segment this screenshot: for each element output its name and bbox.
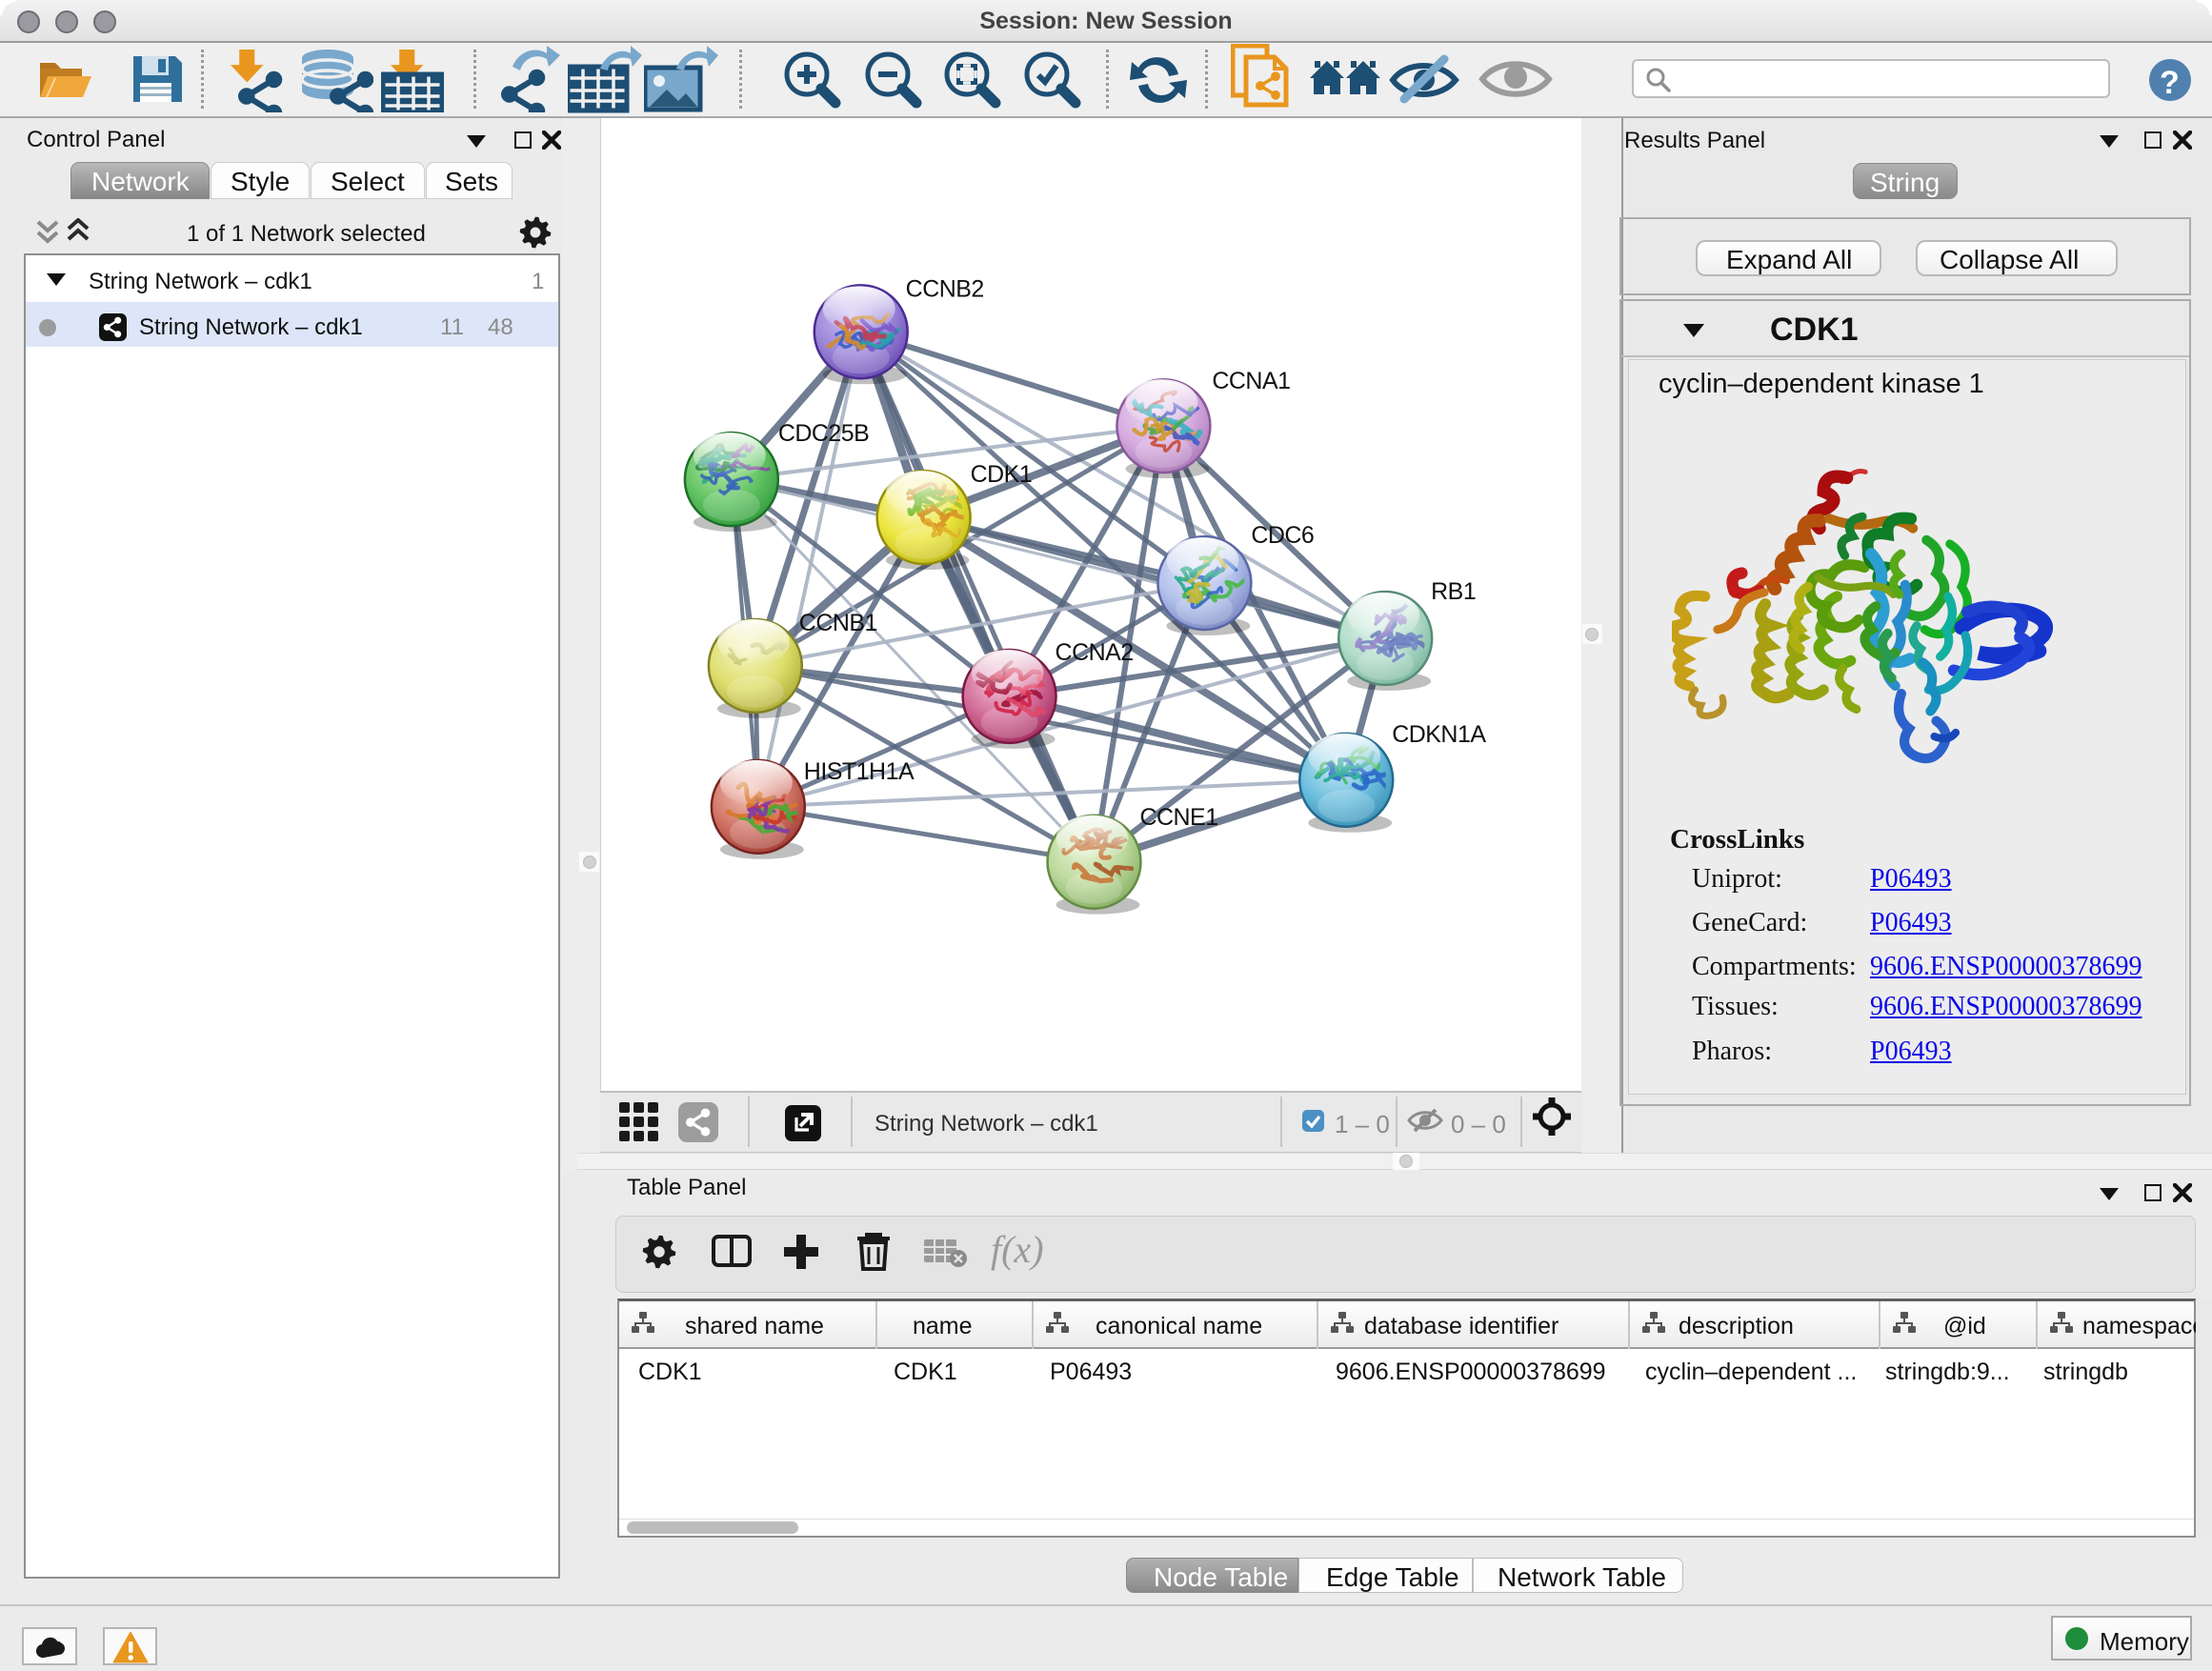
svg-text:RB1: RB1 [1431,578,1476,605]
svg-text:CCNA2: CCNA2 [1056,639,1134,666]
svg-text:CCNB2: CCNB2 [906,275,984,302]
svg-text:CCNB1: CCNB1 [799,610,877,636]
svg-text:CCNA1: CCNA1 [1212,368,1290,394]
svg-text:CDC6: CDC6 [1251,522,1314,549]
svg-text:CDC25B: CDC25B [778,420,870,447]
svg-text:CCNE1: CCNE1 [1139,804,1217,831]
svg-text:HIST1H1A: HIST1H1A [804,758,915,785]
svg-text:CDKN1A: CDKN1A [1392,721,1486,748]
svg-text:CDK1: CDK1 [971,461,1033,488]
